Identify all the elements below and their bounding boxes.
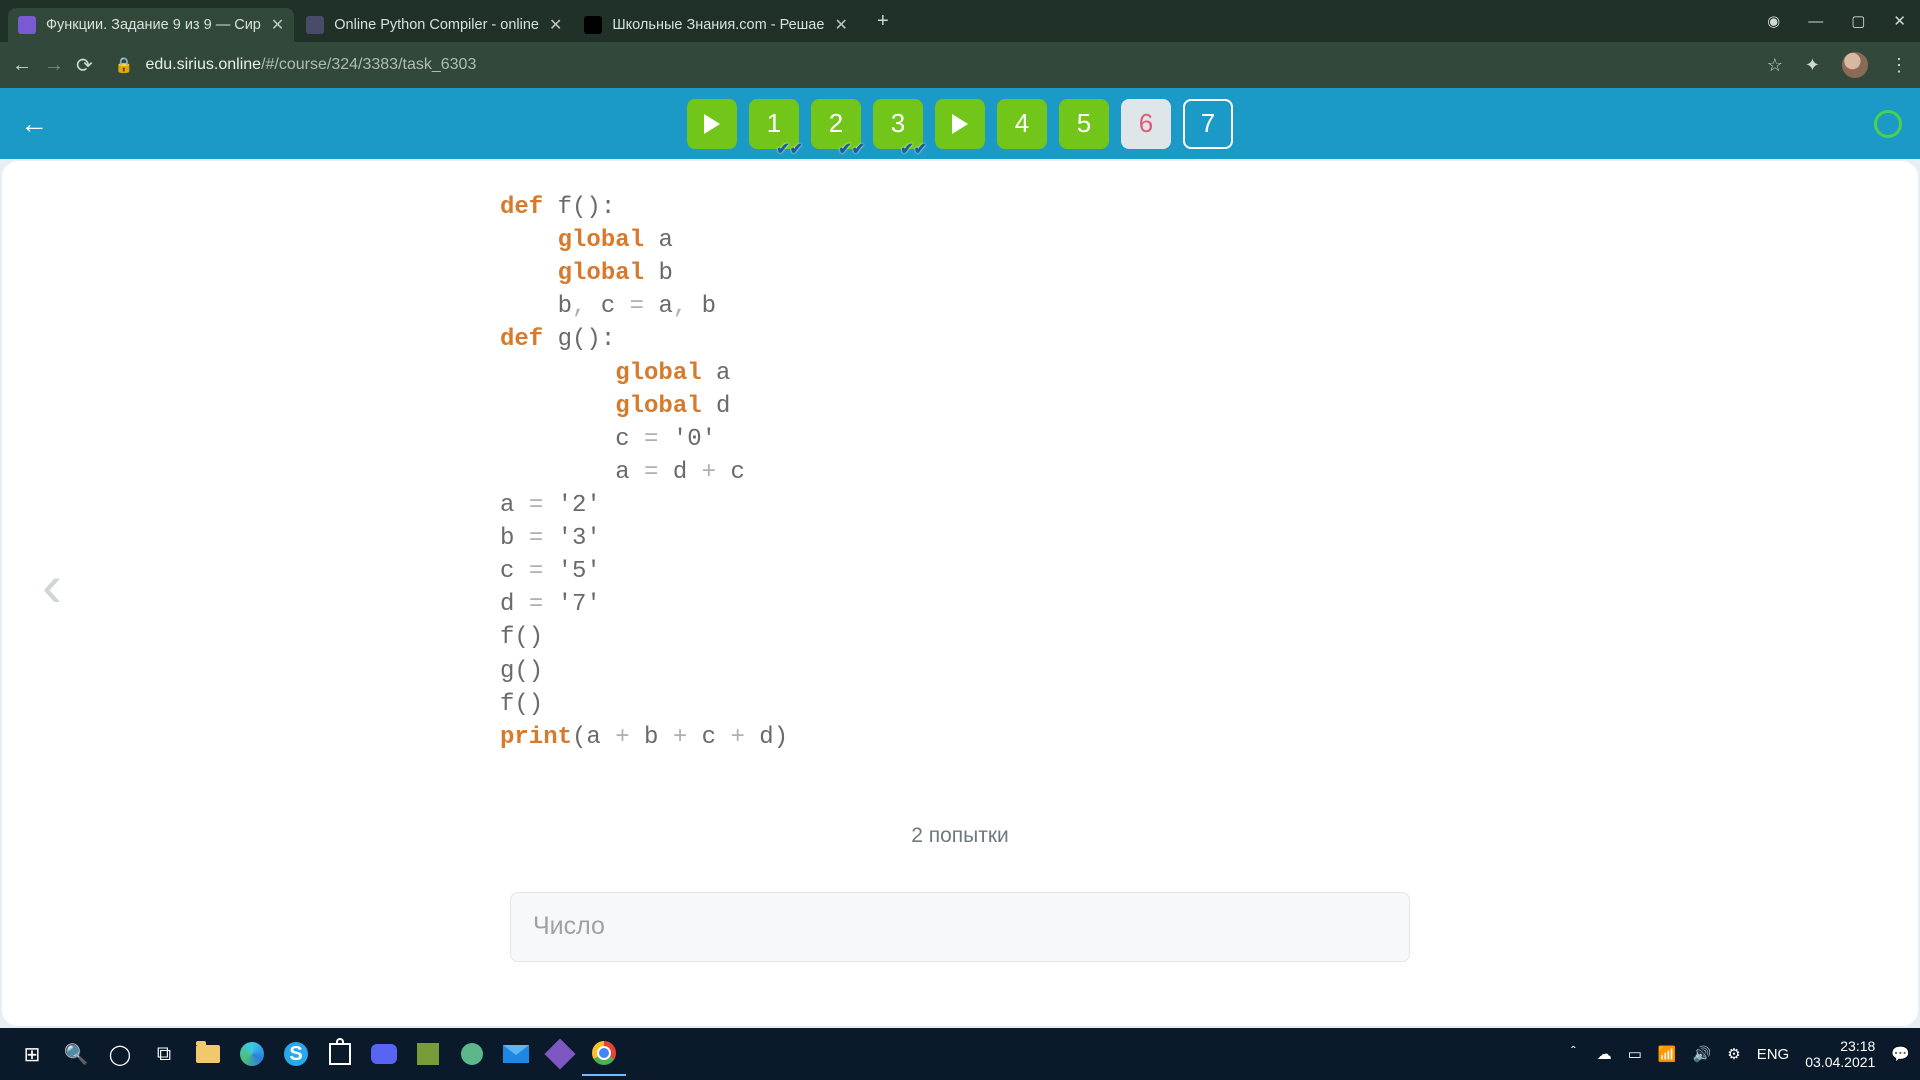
prev-task-arrow[interactable]: ‹ bbox=[42, 551, 62, 620]
discord-icon[interactable] bbox=[362, 1032, 406, 1076]
task-number-button[interactable]: 4 bbox=[997, 99, 1047, 149]
task-complete-icon: ✔✔ bbox=[776, 139, 803, 159]
chrome-menu-icon[interactable]: ⋮ bbox=[1890, 55, 1908, 76]
tray-security-icon[interactable]: ⚙ bbox=[1727, 1045, 1740, 1063]
ms-store-icon[interactable] bbox=[318, 1032, 362, 1076]
sync-status-icon[interactable] bbox=[1874, 110, 1902, 138]
url-path: /#/course/324/3383/task_6303 bbox=[261, 56, 476, 74]
tab-close-button[interactable]: ✕ bbox=[271, 15, 284, 35]
task-number-button[interactable]: 2✔✔ bbox=[811, 99, 861, 149]
browser-tab[interactable]: Школьные Знания.com - Решае ✕ bbox=[574, 8, 857, 42]
task-view-icon[interactable]: ⧉ bbox=[142, 1032, 186, 1076]
url-host: edu.sirius.online bbox=[145, 56, 261, 74]
windows-taskbar: ⊞ 🔍 ◯ ⧉ S ＾ ☁ ▭ 📶 🔊 ⚙ ENG 23:18 03.04.20… bbox=[0, 1028, 1920, 1080]
browser-tabstrip: Функции. Задание 9 из 9 — Сир✕Online Pyt… bbox=[0, 0, 1920, 42]
tab-favicon-icon bbox=[18, 16, 36, 34]
course-top-bar: ← 1✔✔2✔✔3✔✔ 4567 bbox=[0, 88, 1920, 159]
task-complete-icon: ✔✔ bbox=[838, 139, 865, 159]
task-number-button[interactable]: 3✔✔ bbox=[873, 99, 923, 149]
window-minimize-button[interactable]: — bbox=[1808, 13, 1823, 30]
action-center-icon[interactable]: 💬 bbox=[1891, 1045, 1910, 1063]
browser-tab[interactable]: Функции. Задание 9 из 9 — Сир ✕ bbox=[8, 8, 294, 42]
address-bar[interactable]: 🔒 edu.sirius.online/#/course/324/3383/ta… bbox=[115, 56, 477, 74]
taskbar-search-icon[interactable]: 🔍 bbox=[54, 1032, 98, 1076]
profile-avatar[interactable] bbox=[1842, 52, 1868, 78]
tab-favicon-icon bbox=[306, 16, 324, 34]
tray-time: 23:18 bbox=[1805, 1038, 1875, 1054]
extensions-icon[interactable]: ✦ bbox=[1805, 55, 1820, 76]
browser-tab[interactable]: Online Python Compiler - online ✕ bbox=[296, 8, 572, 42]
new-tab-button[interactable]: + bbox=[868, 6, 898, 36]
code-block: def f(): global a global b b, c = a, b d… bbox=[500, 191, 1420, 754]
tray-battery-icon[interactable]: ▭ bbox=[1628, 1045, 1642, 1063]
tab-title: Функции. Задание 9 из 9 — Сир bbox=[46, 17, 261, 33]
task-number-button[interactable]: 1✔✔ bbox=[749, 99, 799, 149]
tray-onedrive-icon[interactable]: ☁ bbox=[1597, 1045, 1612, 1063]
lock-icon: 🔒 bbox=[115, 56, 134, 74]
tray-chevron-icon[interactable]: ＾ bbox=[1566, 1044, 1581, 1065]
task-navigation: 1✔✔2✔✔3✔✔ 4567 bbox=[687, 99, 1233, 149]
task-play-button[interactable] bbox=[935, 99, 985, 149]
content-area: ‹ def f(): global a global b b, c = a, b… bbox=[0, 159, 1920, 1028]
start-button[interactable]: ⊞ bbox=[10, 1032, 54, 1076]
play-icon bbox=[952, 114, 968, 134]
tab-close-button[interactable]: ✕ bbox=[834, 15, 847, 35]
browser-toolbar: ← → ⟳ 🔒 edu.sirius.online/#/course/324/3… bbox=[0, 42, 1920, 88]
tab-favicon-icon bbox=[584, 16, 602, 34]
skype-icon[interactable]: S bbox=[274, 1032, 318, 1076]
bookmark-star-icon[interactable]: ☆ bbox=[1767, 55, 1783, 76]
nav-back-button[interactable]: ← bbox=[12, 54, 32, 77]
play-icon bbox=[704, 114, 720, 134]
nav-reload-button[interactable]: ⟳ bbox=[76, 53, 93, 78]
minecraft-icon[interactable] bbox=[406, 1032, 450, 1076]
tab-title: Online Python Compiler - online bbox=[334, 17, 539, 33]
attempts-label: 2 попытки bbox=[2, 824, 1918, 848]
window-maximize-button[interactable]: ▢ bbox=[1851, 12, 1865, 30]
tray-wifi-icon[interactable]: 📶 bbox=[1658, 1045, 1677, 1063]
answer-input[interactable] bbox=[510, 892, 1410, 962]
task-number-button[interactable]: 6 bbox=[1121, 99, 1171, 149]
task-number-button[interactable]: 5 bbox=[1059, 99, 1109, 149]
task-number-button-current[interactable]: 7 bbox=[1183, 99, 1233, 149]
course-back-button[interactable]: ← bbox=[20, 108, 48, 140]
mail-icon[interactable] bbox=[494, 1032, 538, 1076]
window-close-button[interactable]: ✕ bbox=[1893, 12, 1906, 30]
account-indicator-icon[interactable]: ◉ bbox=[1767, 12, 1780, 30]
nav-forward-button[interactable]: → bbox=[44, 54, 64, 77]
edge-icon[interactable] bbox=[230, 1032, 274, 1076]
file-explorer-icon[interactable] bbox=[186, 1032, 230, 1076]
tray-clock[interactable]: 23:18 03.04.2021 bbox=[1805, 1038, 1875, 1070]
tab-close-button[interactable]: ✕ bbox=[549, 15, 562, 35]
task-play-button[interactable] bbox=[687, 99, 737, 149]
cortana-icon[interactable]: ◯ bbox=[98, 1032, 142, 1076]
task-complete-icon: ✔✔ bbox=[900, 139, 927, 159]
tray-date: 03.04.2021 bbox=[1805, 1054, 1875, 1070]
chrome-icon[interactable] bbox=[582, 1032, 626, 1076]
tray-volume-icon[interactable]: 🔊 bbox=[1693, 1045, 1712, 1063]
atom-icon[interactable] bbox=[450, 1032, 494, 1076]
tab-title: Школьные Знания.com - Решае bbox=[612, 17, 824, 33]
tray-language[interactable]: ENG bbox=[1757, 1046, 1790, 1063]
visual-studio-icon[interactable] bbox=[538, 1032, 582, 1076]
